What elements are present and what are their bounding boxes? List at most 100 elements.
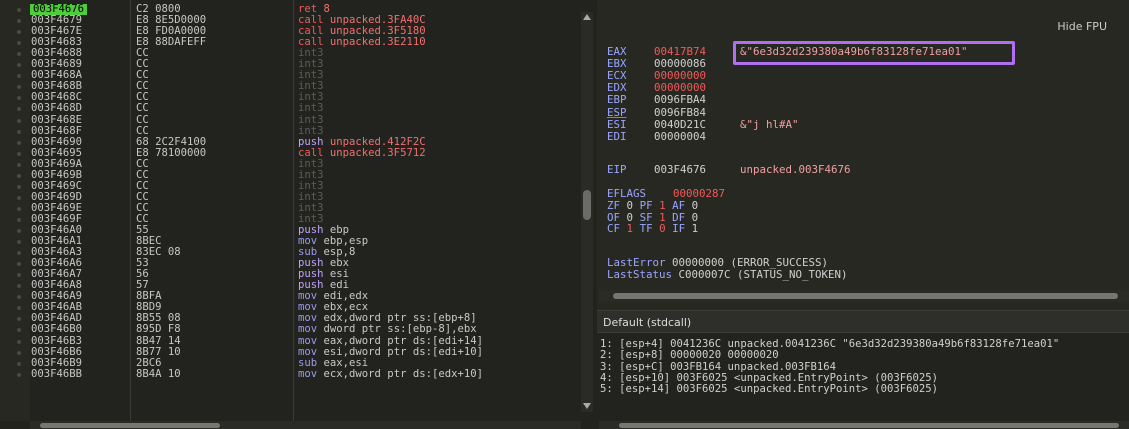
breakpoint-dot[interactable] (17, 162, 21, 167)
register-value[interactable]: 003F4676 (654, 163, 706, 176)
flag-cf[interactable]: CF 1 (607, 222, 633, 235)
disasm-horizontal-scrollbar[interactable] (30, 421, 581, 429)
disasm-row[interactable]: 003F469D CC int3 (0, 191, 581, 203)
breakpoint-dot[interactable] (17, 63, 21, 68)
disasm-row[interactable]: 003F46AD 8B55 08 mov edx,dword ptr ss:[ebp… (0, 313, 581, 324)
register-value[interactable]: 00000004 (654, 130, 706, 143)
disasm-row[interactable]: 003F469B CC int3 (0, 169, 581, 181)
disasm-row[interactable]: 003F468B CC int3 (0, 81, 581, 92)
register-value[interactable]: 0040D21C (654, 118, 706, 131)
disasm-row[interactable]: 003F4695 E8 78100000 call unpacked.3F5712 (0, 147, 581, 159)
breakpoint-dot[interactable] (17, 19, 21, 24)
disasm-row[interactable]: 003F46B6 8B77 10 mov esi,dword ptr ds:[edi… (0, 346, 581, 358)
disasm-vertical-scrollbar[interactable] (581, 12, 593, 412)
breakpoint-dot[interactable] (17, 217, 21, 222)
disasm-row[interactable]: 003F46A7 56 push esi (0, 269, 581, 280)
register-value[interactable]: 0096FB84 (654, 106, 706, 119)
stack-arg-line[interactable]: 1: [esp+4] 0041236C unpacked.0041236C "6… (600, 338, 1059, 350)
register-value[interactable]: 00000086 (654, 57, 706, 70)
breakpoint-dot[interactable] (17, 184, 21, 189)
breakpoint-dot[interactable] (17, 151, 21, 156)
breakpoint-dot[interactable] (17, 295, 21, 300)
stack-arg-line[interactable]: 4: [esp+10] 003F6025 <unpacked.EntryPoin… (600, 372, 938, 384)
register-row[interactable]: EDI 00000004 (607, 130, 1087, 143)
disasm-row[interactable]: 003F4679 E8 8E5D0000 call unpacked.3FA40C (0, 15, 581, 26)
scroll-thumb[interactable] (40, 423, 220, 428)
register-row[interactable]: EBP 0096FBA4 (607, 93, 1087, 106)
disasm-row[interactable]: 003F46AB 8BD9 mov ebx,ecx (0, 302, 581, 313)
breakpoint-dot[interactable] (17, 206, 21, 211)
stack-horizontal-scrollbar[interactable] (599, 421, 1129, 429)
register-value[interactable]: 00417B74 (654, 45, 706, 58)
stack-arg-line[interactable]: 2: [esp+8] 00000020 00000020 (600, 349, 779, 361)
breakpoint-dot[interactable] (17, 328, 21, 333)
disasm-row[interactable]: 003F46A1 8BEC mov ebp,esp (0, 236, 581, 247)
instruction-address[interactable]: 003F468F (31, 125, 82, 137)
disasm-row[interactable]: 003F4690 68 2C2F4100 push unpacked.412F2C (0, 136, 581, 148)
breakpoint-dot[interactable] (17, 118, 21, 123)
register-value[interactable]: 0096FBA4 (654, 93, 706, 106)
breakpoint-dot[interactable] (17, 8, 21, 12)
disasm-row[interactable]: 003F468F CC int3 (0, 125, 581, 137)
breakpoint-dot[interactable] (17, 240, 21, 245)
disasm-row[interactable]: 003F468A CC int3 (0, 70, 581, 81)
instruction-address[interactable]: 003F46B9 (31, 357, 82, 369)
disasm-row[interactable]: 003F468D CC int3 (0, 103, 581, 114)
disasm-row[interactable]: 003F4689 CC int3 (0, 59, 581, 70)
scroll-thumb[interactable] (619, 423, 1119, 428)
scroll-down-icon[interactable] (583, 403, 591, 409)
breakpoint-dot[interactable] (17, 284, 21, 289)
breakpoint-dot[interactable] (17, 107, 21, 112)
disasm-row[interactable]: 003F46A9 8BFA mov edi,edx (0, 291, 581, 302)
instruction-address[interactable]: 003F4690 (31, 136, 82, 148)
breakpoint-dot[interactable] (17, 74, 21, 79)
instruction-address[interactable]: 003F4695 (31, 147, 82, 159)
disasm-row[interactable]: 003F469F CC int3 (0, 213, 581, 225)
hide-fpu-button[interactable]: Hide FPU (1057, 20, 1107, 33)
disasm-row[interactable]: 003F4688 CC int3 (0, 48, 581, 59)
disassembly-panel[interactable]: 003F4676 C2 0800 ret 8 003F4679 E8 8E5D0000 c… (0, 0, 597, 429)
scroll-thumb[interactable] (583, 190, 591, 220)
instruction-address[interactable]: 003F46B3 (31, 335, 82, 347)
breakpoint-dot[interactable] (17, 372, 21, 377)
stack-arg-line[interactable]: 3: [esp+C] 003FB164 unpacked.003FB164 (600, 361, 836, 373)
breakpoint-dot[interactable] (17, 85, 21, 90)
scroll-thumb[interactable] (613, 293, 1118, 299)
disasm-row[interactable]: 003F46B9 2BC6 sub eax,esi (0, 357, 581, 369)
disasm-row[interactable]: 003F469A CC int3 (0, 158, 581, 170)
breakpoint-dot[interactable] (17, 96, 21, 101)
instruction-address[interactable]: 003F46B6 (31, 346, 82, 358)
breakpoint-dot[interactable] (17, 273, 21, 278)
disasm-row[interactable]: 003F469E CC int3 (0, 202, 581, 214)
disasm-row[interactable]: 003F46A3 83EC 08 sub esp,8 (0, 247, 581, 258)
disasm-row[interactable]: 003F4676 C2 0800 ret 8 (0, 4, 581, 15)
registers-horizontal-scrollbar[interactable] (599, 290, 1129, 302)
disasm-row[interactable]: 003F468C CC int3 (0, 92, 581, 103)
breakpoint-dot[interactable] (17, 339, 21, 344)
disasm-row[interactable]: 003F46BB 8B4A 10 mov ecx,dword ptr ds:[edx… (0, 368, 581, 380)
register-row[interactable]: ESI 0040D21C &"j hl#A" (607, 118, 1087, 131)
breakpoint-dot[interactable] (17, 361, 21, 366)
breakpoint-dot[interactable] (17, 262, 21, 267)
breakpoint-dot[interactable] (17, 173, 21, 178)
register-value[interactable]: 00000000 (654, 81, 706, 94)
breakpoint-dot[interactable] (17, 229, 21, 233)
breakpoint-dot[interactable] (17, 30, 21, 35)
breakpoint-dot[interactable] (17, 251, 21, 256)
register-row[interactable]: EDX 00000000 (607, 81, 1087, 94)
disasm-row[interactable]: 003F46A0 55 push ebp (0, 225, 581, 236)
disasm-row[interactable]: 003F46A6 53 push ebx (0, 258, 581, 269)
breakpoint-dot[interactable] (17, 195, 21, 200)
stack-arg-line[interactable]: 5: [esp+14] 003F6025 <unpacked.EntryPoin… (600, 383, 938, 395)
disasm-row[interactable]: 003F468E CC int3 (0, 114, 581, 126)
instruction-address[interactable]: 003F46B0 (31, 324, 82, 335)
breakpoint-dot[interactable] (17, 317, 21, 322)
breakpoint-dot[interactable] (17, 140, 21, 145)
disasm-row[interactable]: 003F4683 E8 88DAFEFF call unpacked.3E2110 (0, 37, 581, 48)
breakpoint-dot[interactable] (17, 306, 21, 311)
disasm-row[interactable]: 003F46A8 57 push edi (0, 280, 581, 291)
instruction-address[interactable]: 003F468E (31, 114, 82, 126)
breakpoint-dot[interactable] (17, 41, 21, 46)
instruction-address[interactable]: 003F468D (31, 103, 82, 114)
eflags-row[interactable]: EFLAGS 00000287 (607, 187, 807, 200)
